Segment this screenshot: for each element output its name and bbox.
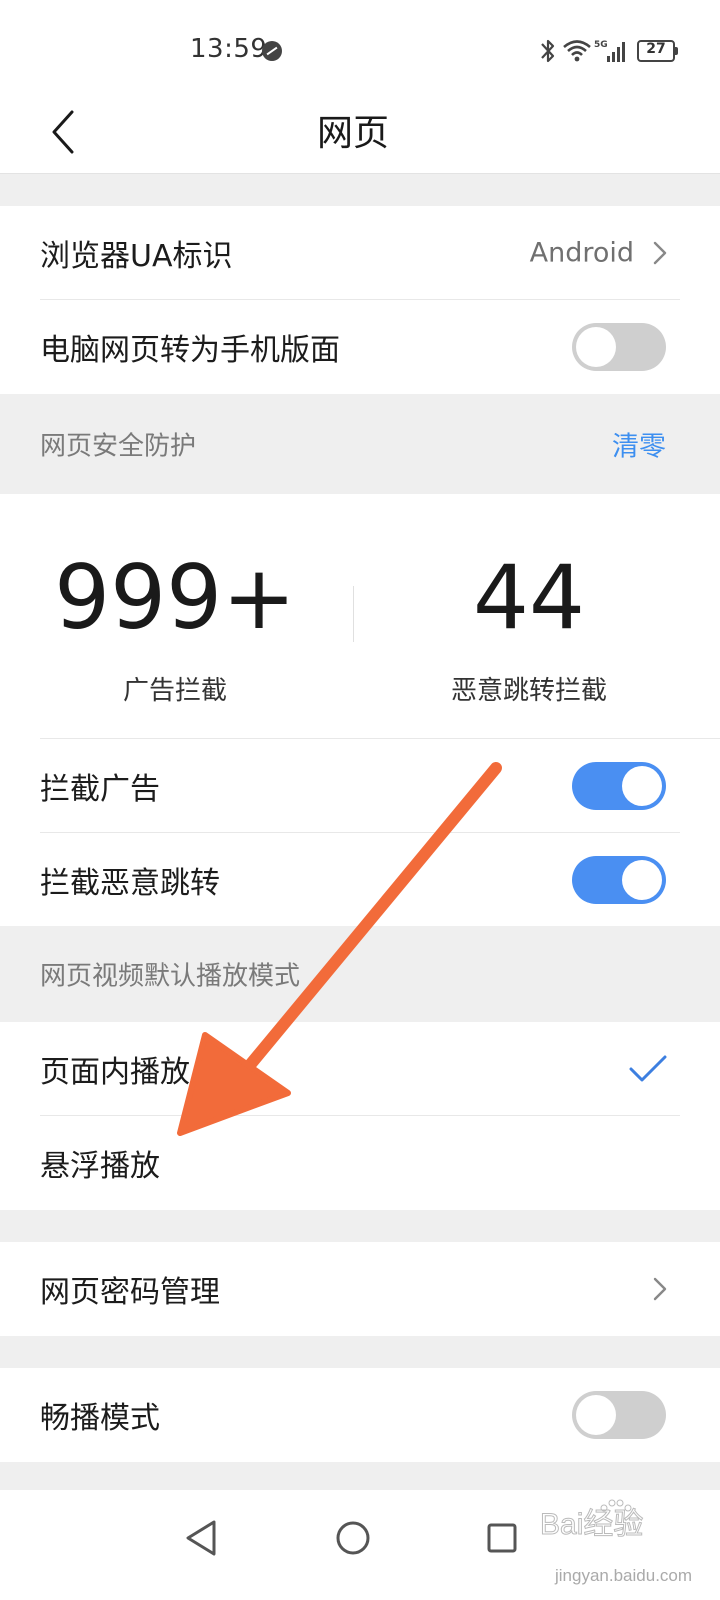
browser-ua-value: Android: [529, 237, 634, 269]
vpn-icon: [262, 41, 282, 61]
smooth-mode-toggle[interactable]: [572, 1391, 666, 1439]
security-section-title: 网页安全防护: [40, 431, 197, 462]
battery-level: 27: [646, 41, 666, 57]
stat-divider: [353, 586, 354, 642]
smooth-mode-group: 畅播模式: [0, 1368, 720, 1462]
smooth-mode-row: 畅播模式: [0, 1368, 720, 1462]
chevron-right-icon: [653, 241, 667, 265]
ads-blocked-count: 999+: [54, 546, 296, 649]
block-redirects-row: 拦截恶意跳转: [0, 833, 720, 927]
security-section-header: 网页安全防护 清零: [0, 394, 720, 494]
smooth-mode-label: 畅播模式: [40, 1401, 160, 1436]
nav-recent-apps-icon[interactable]: [474, 1510, 530, 1566]
status-bar: 13:59 5G 27: [0, 0, 720, 90]
redirects-blocked-label: 恶意跳转拦截: [450, 676, 607, 706]
mobile-layout-row: 电脑网页转为手机版面: [0, 300, 720, 394]
network-type-label: 5G: [594, 40, 608, 50]
video-option-floating[interactable]: 悬浮播放: [0, 1116, 720, 1210]
block-ads-label: 拦截广告: [40, 772, 160, 807]
bluetooth-icon: [541, 39, 555, 63]
password-manager-label: 网页密码管理: [40, 1275, 220, 1310]
mobile-layout-toggle[interactable]: [572, 323, 666, 371]
block-stats: 999+ 广告拦截 44 恶意跳转拦截: [0, 494, 720, 739]
video-mode-section-title: 网页视频默认播放模式: [40, 961, 301, 992]
video-option-label: 页面内播放: [40, 1055, 190, 1090]
password-manager-row[interactable]: 网页密码管理: [0, 1242, 720, 1336]
browser-ua-label: 浏览器UA标识: [40, 239, 233, 274]
nav-back-icon[interactable]: [174, 1510, 230, 1566]
checkmark-icon: [629, 1055, 667, 1082]
redirects-blocked-count: 44: [473, 546, 585, 649]
browser-settings-group: 浏览器UA标识 Android 电脑网页转为手机版面: [0, 206, 720, 394]
block-ads-row: 拦截广告: [0, 739, 720, 833]
password-manager-group: 网页密码管理: [0, 1242, 720, 1336]
video-option-label: 悬浮播放: [40, 1149, 160, 1184]
page-title: 网页: [316, 113, 389, 154]
video-mode-group: 页面内播放 悬浮播放: [0, 1022, 720, 1210]
chevron-right-icon: [653, 1277, 667, 1301]
ads-blocked-label: 广告拦截: [122, 676, 227, 706]
block-ads-toggle[interactable]: [572, 762, 666, 810]
wifi-icon: [563, 40, 591, 62]
status-time: 13:59: [190, 34, 268, 64]
watermark-logo: Bai经验: [540, 1499, 644, 1542]
video-option-inline[interactable]: 页面内播放: [0, 1022, 720, 1116]
signal-icon: 5G: [594, 40, 625, 62]
mobile-layout-label: 电脑网页转为手机版面: [40, 333, 340, 368]
video-mode-section-header: 网页视频默认播放模式: [0, 926, 720, 1022]
nav-home-icon[interactable]: [325, 1510, 381, 1566]
watermark-brand: Bai经验: [540, 1508, 643, 1541]
battery-icon: 27: [637, 40, 679, 62]
browser-ua-row[interactable]: 浏览器UA标识 Android: [0, 206, 720, 300]
ads-blocked-stat: 999+ 广告拦截: [10, 548, 340, 707]
block-redirects-label: 拦截恶意跳转: [40, 866, 220, 901]
redirects-blocked-stat: 44 恶意跳转拦截: [364, 548, 694, 707]
block-redirects-toggle[interactable]: [572, 856, 666, 904]
reset-counters-button[interactable]: 清零: [612, 425, 666, 464]
nav-header: 网页: [0, 90, 720, 174]
watermark-url: jingyan.baidu.com: [555, 1566, 693, 1585]
